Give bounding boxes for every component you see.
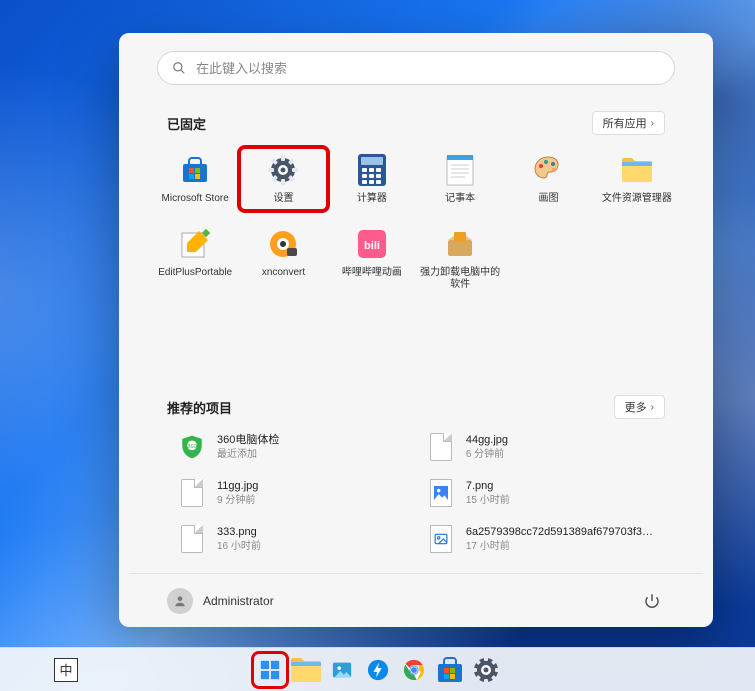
app-label: 计算器 <box>357 193 387 205</box>
settings-icon <box>470 654 502 686</box>
rec-sub: 15 小时前 <box>466 494 510 507</box>
rec-name: 11gg.jpg <box>217 479 258 493</box>
picicon-icon <box>428 523 454 555</box>
search-bar[interactable] <box>157 51 675 85</box>
pinned-app-settings[interactable]: 设置 <box>239 147 327 211</box>
app-label: xnconvert <box>262 267 305 279</box>
app-label: 强力卸载电脑中的软件 <box>418 267 502 291</box>
pinned-grid: Microsoft Store 设置 计算器 记事本 <box>129 143 703 297</box>
taskbar-photos[interactable] <box>327 655 357 685</box>
store-icon <box>178 153 212 187</box>
pinned-title: 已固定 <box>167 114 206 133</box>
explorer-icon <box>289 656 323 684</box>
app-label: 画图 <box>538 193 558 205</box>
user-account[interactable]: Administrator <box>167 588 274 614</box>
app-label: 记事本 <box>445 193 475 205</box>
rec-name: 6a2579398cc72d591389af679703f3… <box>466 525 653 539</box>
store-icon <box>434 654 466 686</box>
rec-name: 44gg.jpg <box>466 433 508 447</box>
pinned-app-explorer[interactable]: 文件资源管理器 <box>593 147 681 211</box>
taskbar-center <box>255 655 501 685</box>
rec-name: 360电脑体检 <box>217 433 279 447</box>
power-button[interactable] <box>639 588 665 614</box>
all-apps-label: 所有应用 <box>603 115 647 131</box>
rec-name: 333.png <box>217 525 261 539</box>
app-label: 文件资源管理器 <box>602 193 672 205</box>
search-input[interactable] <box>196 61 660 76</box>
all-apps-button[interactable]: 所有应用 › <box>592 111 665 135</box>
taskbar-left: 中 <box>54 648 78 691</box>
chrome-icon <box>403 659 425 681</box>
recommended-header: 推荐的项目 更多 › <box>129 381 703 427</box>
pinned-app-store[interactable]: Microsoft Store <box>151 147 239 211</box>
taskbar-thunder[interactable] <box>363 655 393 685</box>
rec-sub: 9 分钟前 <box>217 494 258 507</box>
rec-sub: 17 小时前 <box>466 540 653 553</box>
taskbar-chrome[interactable] <box>399 655 429 685</box>
recommended-item[interactable]: 360 360电脑体检 最近添加 <box>179 431 400 463</box>
app-label: 哔哩哔哩动画 <box>342 267 402 279</box>
app-label: 设置 <box>273 193 293 205</box>
paint-icon <box>531 153 565 187</box>
svg-text:360: 360 <box>187 444 196 450</box>
calculator-icon <box>355 153 389 187</box>
username-label: Administrator <box>203 594 274 608</box>
rec-sub: 最近添加 <box>217 448 279 461</box>
notepad-icon <box>443 153 477 187</box>
chevron-right-icon: › <box>651 118 654 129</box>
rec-sub: 16 小时前 <box>217 540 261 553</box>
start-footer: Administrator <box>129 573 703 627</box>
doc-icon <box>179 477 205 509</box>
ime-indicator[interactable]: 中 <box>54 658 78 682</box>
uninstall-icon <box>443 227 477 261</box>
pinned-app-editplus[interactable]: EditPlusPortable <box>151 221 239 297</box>
pinned-header: 已固定 所有应用 › <box>129 97 703 143</box>
rec-sub: 6 分钟前 <box>466 448 508 461</box>
app-label: EditPlusPortable <box>158 267 232 279</box>
pinned-app-notepad[interactable]: 记事本 <box>416 147 504 211</box>
bilibili-icon: bili <box>355 227 389 261</box>
taskbar-store[interactable] <box>435 655 465 685</box>
pinned-app-bilibili[interactable]: bili 哔哩哔哩动画 <box>328 221 416 297</box>
recommended-title: 推荐的项目 <box>167 398 232 417</box>
photos-icon <box>331 659 353 681</box>
app-label: Microsoft Store <box>162 193 229 205</box>
start-menu: 已固定 所有应用 › Microsoft Store 设置 <box>119 33 713 627</box>
thunder-icon <box>367 659 389 681</box>
rec-name: 7.png <box>466 479 510 493</box>
explorer-icon <box>620 153 654 187</box>
chevron-right-icon: › <box>651 402 654 413</box>
recommended-item[interactable]: 11gg.jpg 9 分钟前 <box>179 477 400 509</box>
svg-text:bili: bili <box>364 240 380 252</box>
taskbar: 中 <box>0 647 755 691</box>
taskbar-settings[interactable] <box>471 655 501 685</box>
search-icon <box>172 61 186 75</box>
recommended-item[interactable]: 44gg.jpg 6 分钟前 <box>428 431 653 463</box>
settings-icon <box>266 153 300 187</box>
xnconvert-icon <box>266 227 300 261</box>
pinned-app-uninstall[interactable]: 强力卸载电脑中的软件 <box>416 221 504 297</box>
taskbar-explorer[interactable] <box>291 655 321 685</box>
pinned-app-paint[interactable]: 画图 <box>504 147 592 211</box>
taskbar-start[interactable] <box>255 655 285 685</box>
recommended-item[interactable]: 333.png 16 小时前 <box>179 523 400 555</box>
doc-icon <box>179 523 205 555</box>
more-label: 更多 <box>625 399 647 415</box>
recommended-item[interactable]: 6a2579398cc72d591389af679703f3… 17 小时前 <box>428 523 653 555</box>
more-button[interactable]: 更多 › <box>614 395 665 419</box>
imgblue-icon <box>428 477 454 509</box>
avatar <box>167 588 193 614</box>
pinned-app-xnconvert[interactable]: xnconvert <box>239 221 327 297</box>
pinned-app-calculator[interactable]: 计算器 <box>328 147 416 211</box>
editplus-icon <box>178 227 212 261</box>
recommended-section: 推荐的项目 更多 › 360 360电脑体检 最近添加 44gg.jpg 6 分… <box>129 381 703 565</box>
shield360-icon: 360 <box>179 431 205 463</box>
recommended-grid: 360 360电脑体检 最近添加 44gg.jpg 6 分钟前 11gg.jpg… <box>129 427 703 565</box>
recommended-item[interactable]: 7.png 15 小时前 <box>428 477 653 509</box>
start-icon <box>259 659 281 681</box>
doc-icon <box>428 431 454 463</box>
